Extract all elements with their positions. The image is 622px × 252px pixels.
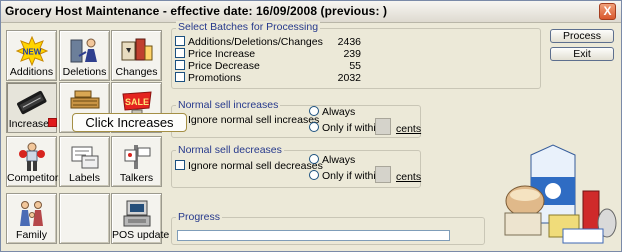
new-badge-icon: NEW	[16, 36, 48, 66]
talkers-label: Talkers	[119, 172, 154, 184]
radio-circle[interactable]	[309, 154, 319, 164]
competitors-button[interactable]: Competitors	[6, 136, 64, 187]
callout-marker	[48, 118, 57, 127]
batch-item-label: Promotions	[188, 72, 242, 84]
batch-checkbox[interactable]	[175, 48, 185, 58]
additions-button[interactable]: NEW Additions	[6, 30, 57, 81]
process-button[interactable]: Process	[550, 29, 614, 43]
batch-item-label: Additions/Deletions/Changes	[188, 36, 323, 48]
pos-terminal-icon	[123, 200, 151, 227]
sell-decreases-title: Normal sell decreases	[176, 144, 284, 156]
increases-cents-input[interactable]	[375, 118, 391, 135]
talkers-button[interactable]: Talkers	[111, 136, 162, 187]
batch-item-additions[interactable]: Additions/Deletions/Changes	[175, 36, 323, 48]
batch-checkbox[interactable]	[175, 60, 185, 70]
batches-group: Select Batches for Processing Additions/…	[171, 21, 541, 89]
batch-count: 2436	[337, 36, 361, 48]
batch-checkbox[interactable]	[175, 72, 185, 82]
changes-button[interactable]: Changes	[111, 30, 162, 81]
family-label: Family	[16, 229, 47, 241]
ignore-decreases-option[interactable]: Ignore normal sell decreases	[175, 160, 323, 172]
progress-group: Progress	[171, 211, 485, 245]
changes-label: Changes	[115, 66, 158, 78]
grocery-illustration	[504, 144, 617, 244]
price-increase-icon	[17, 90, 47, 115]
pos-update-button[interactable]: POS update	[111, 193, 170, 244]
deletions-button[interactable]: Deletions	[59, 30, 110, 81]
family-icon	[20, 201, 43, 226]
new-badge-text: NEW	[23, 48, 42, 57]
batch-checkbox[interactable]	[175, 36, 185, 46]
batch-count: 55	[349, 60, 361, 72]
batch-item-promotions[interactable]: Promotions	[175, 72, 241, 84]
talkers-icon	[124, 145, 151, 169]
ignore-decreases-checkbox[interactable]	[175, 160, 185, 170]
batches-title: Select Batches for Processing	[176, 21, 321, 33]
exit-button[interactable]: Exit	[550, 47, 614, 61]
decreases-cents-input[interactable]	[375, 166, 391, 183]
empty-tile	[59, 193, 110, 244]
sell-decreases-group: Normal sell decreases Ignore normal sell…	[171, 144, 422, 188]
app-window: Grocery Host Maintenance - effective dat…	[0, 0, 622, 252]
radio-circle[interactable]	[309, 106, 319, 116]
increases-cents-label: cents	[396, 123, 422, 135]
pos-update-label: POS update	[112, 229, 170, 241]
decreases-only-within-radio[interactable]: Only if within	[309, 170, 382, 182]
close-button[interactable]: X	[599, 3, 616, 20]
radio-label: Only if within	[322, 170, 382, 182]
additions-label: Additions	[9, 66, 54, 78]
labels-button[interactable]: Labels	[59, 136, 110, 187]
batch-count: 239	[343, 48, 361, 60]
ignore-increases-option[interactable]: Ignore normal sell increases	[175, 114, 319, 126]
batch-count: 2032	[337, 72, 361, 84]
radio-circle[interactable]	[309, 122, 319, 132]
progress-bar	[177, 230, 450, 241]
competitors-label: Competitors	[7, 172, 64, 184]
window-title: Grocery Host Maintenance - effective dat…	[5, 4, 388, 18]
deletions-label: Deletions	[62, 66, 107, 78]
family-button[interactable]: Family	[6, 193, 57, 244]
products-change-icon	[121, 38, 153, 61]
increases-only-within-radio[interactable]: Only if within	[309, 122, 382, 134]
decreases-cents-label: cents	[396, 171, 422, 183]
labels-label: Labels	[69, 172, 100, 184]
labels-icon	[71, 146, 99, 169]
batch-item-price-increase[interactable]: Price Increase	[175, 48, 255, 60]
radio-label: Always	[322, 106, 356, 118]
batch-item-price-decrease[interactable]: Price Decrease	[175, 60, 260, 72]
sale-tag-text: SALE	[125, 97, 149, 107]
boxer-icon	[19, 142, 45, 171]
sell-increases-group: Normal sell increases Ignore normal sell…	[171, 99, 422, 138]
increases-always-radio[interactable]: Always	[309, 106, 355, 118]
decreases-always-radio[interactable]: Always	[309, 154, 355, 166]
tutorial-callout: Click Increases	[72, 113, 187, 132]
progress-title: Progress	[176, 211, 223, 223]
batch-item-label: Price Increase	[188, 48, 256, 60]
title-bar: Grocery Host Maintenance - effective dat…	[1, 1, 621, 23]
radio-circle[interactable]	[309, 170, 319, 180]
ignore-increases-label: Ignore normal sell increases	[188, 114, 320, 126]
batch-item-label: Price Decrease	[188, 60, 260, 72]
sell-increases-title: Normal sell increases	[176, 99, 281, 111]
radio-label: Always	[322, 154, 356, 166]
ignore-decreases-label: Ignore normal sell decreases	[188, 160, 323, 172]
delete-person-icon	[70, 38, 97, 63]
radio-label: Only if within	[322, 122, 382, 134]
